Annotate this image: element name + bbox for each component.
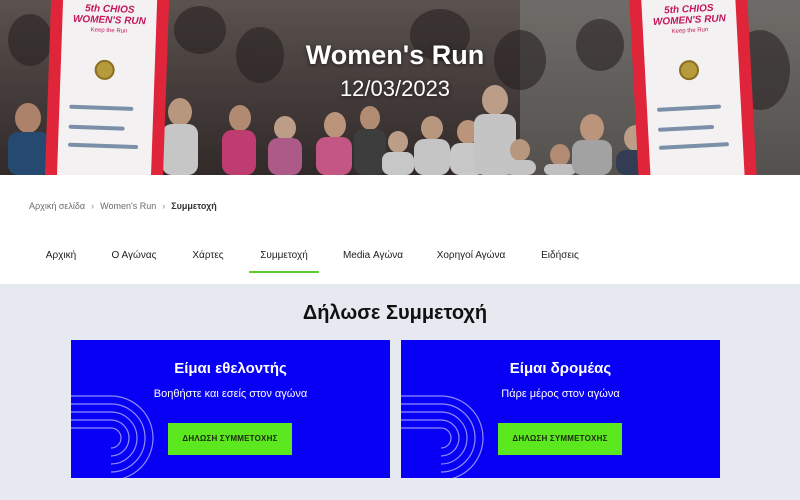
chevron-right-icon: ›: [162, 201, 166, 211]
volunteer-card-title: Είμαι εθελοντής: [174, 360, 287, 377]
runner-card: Είμαι δρομέας Πάρε μέρος στον αγώνα ΔΗΛΩ…: [401, 340, 720, 478]
page-title: Women's Run: [305, 40, 485, 70]
participation-section: Δήλωσε Συμμετοχή Είμαι εθελοντής Βοηθήστ…: [0, 284, 800, 500]
chevron-right-icon: ›: [91, 201, 95, 211]
tab-race-sponsors[interactable]: Χορηγοί Αγώνα: [430, 242, 512, 274]
breadcrumb-event-link[interactable]: Women's Run: [100, 201, 156, 211]
runner-register-button[interactable]: ΔΗΛΩΣΗ ΣΥΜΜΕΤΟΧΗΣ: [498, 423, 622, 455]
track-lines-icon: [401, 395, 484, 478]
banner-title: 5th CHIOS WOMEN'S RUN: [72, 3, 147, 28]
volunteer-card: Είμαι εθελοντής Βοηθήστε και εσείς στον …: [71, 340, 390, 478]
section-title: Δήλωσε Συμμετοχή: [302, 302, 488, 324]
hero-banner: 5th CHIOS WOMEN'S RUN Keep the Run 5th C…: [0, 0, 800, 175]
tab-participation[interactable]: Συμμετοχή: [249, 242, 319, 274]
tab-race-media[interactable]: Media Αγώνα: [338, 242, 408, 274]
tab-maps[interactable]: Χάρτες: [184, 242, 232, 274]
runner-card-title: Είμαι δρομέας: [509, 360, 612, 377]
volunteer-register-button[interactable]: ΔΗΛΩΣΗ ΣΥΜΜΕΤΟΧΗΣ: [168, 423, 292, 455]
event-nav-tabs: Αρχική Ο Αγώνας Χάρτες Συμμετοχή Media Α…: [0, 242, 800, 274]
breadcrumb-home-link[interactable]: Αρχική σελίδα: [29, 201, 85, 211]
runner-card-description: Πάρε μέρος στον αγώνα: [501, 388, 620, 400]
banner-title: 5th CHIOS WOMEN'S RUN: [652, 2, 727, 28]
tab-the-race[interactable]: Ο Αγώνας: [106, 242, 162, 274]
tab-news[interactable]: Ειδήσεις: [534, 242, 586, 274]
track-lines-icon: [71, 395, 154, 478]
breadcrumb-current: Συμμετοχή: [171, 201, 217, 211]
volunteer-card-description: Βοηθήστε και εσείς στον αγώνα: [153, 388, 308, 400]
event-date: 12/03/2023: [339, 76, 451, 101]
breadcrumb: Αρχική σελίδα › Women's Run › Συμμετοχή: [29, 200, 217, 212]
tab-home[interactable]: Αρχική: [38, 242, 84, 274]
